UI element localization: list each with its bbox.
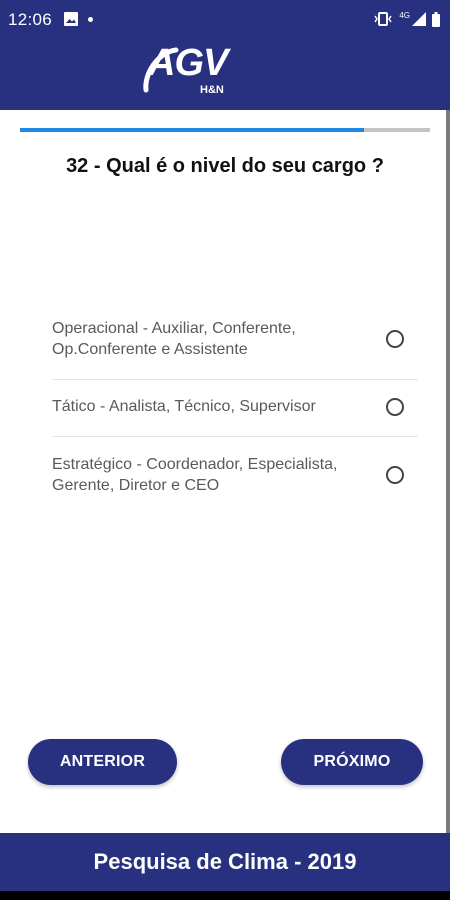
network-label: 4G xyxy=(399,11,410,20)
status-time: 12:06 xyxy=(8,10,53,29)
vibrate-icon xyxy=(374,12,392,26)
agv-logo: AGV H&N xyxy=(142,42,234,104)
nav-strip xyxy=(0,891,450,900)
option-label: Estratégico - Coordenador, Especialista,… xyxy=(52,456,338,494)
option-tatico[interactable]: Tático - Analista, Técnico, Supervisor xyxy=(52,396,418,417)
dot-icon xyxy=(88,16,93,22)
status-bar: 12:06 4G xyxy=(0,0,450,40)
radio-button[interactable] xyxy=(386,397,404,416)
progress-bar xyxy=(20,128,430,132)
option-operacional[interactable]: Operacional - Auxiliar, Conferente, Op.C… xyxy=(52,318,418,360)
question-title: 32 - Qual é o nivel do seu cargo ? xyxy=(66,155,384,177)
option-estrategico[interactable]: Estratégico - Coordenador, Especialista,… xyxy=(52,454,418,496)
logo-main-text: AGV xyxy=(148,42,228,84)
radio-button[interactable] xyxy=(386,330,404,348)
footer-title: Pesquisa de Clima - 2019 xyxy=(0,833,450,891)
battery-icon xyxy=(432,11,440,27)
divider xyxy=(52,379,418,380)
image-icon xyxy=(64,12,78,26)
logo-sub-text: H&N xyxy=(200,84,224,96)
scroll-edge xyxy=(446,110,450,833)
divider xyxy=(52,436,418,437)
option-label: Tático - Analista, Técnico, Supervisor xyxy=(52,398,316,415)
option-label: Operacional - Auxiliar, Conferente, Op.C… xyxy=(52,320,296,358)
next-button[interactable]: PRÓXIMO xyxy=(281,739,423,785)
signal-icon xyxy=(412,12,426,26)
progress-fill xyxy=(20,128,365,132)
previous-button[interactable]: ANTERIOR xyxy=(28,739,177,785)
radio-button[interactable] xyxy=(386,466,404,484)
